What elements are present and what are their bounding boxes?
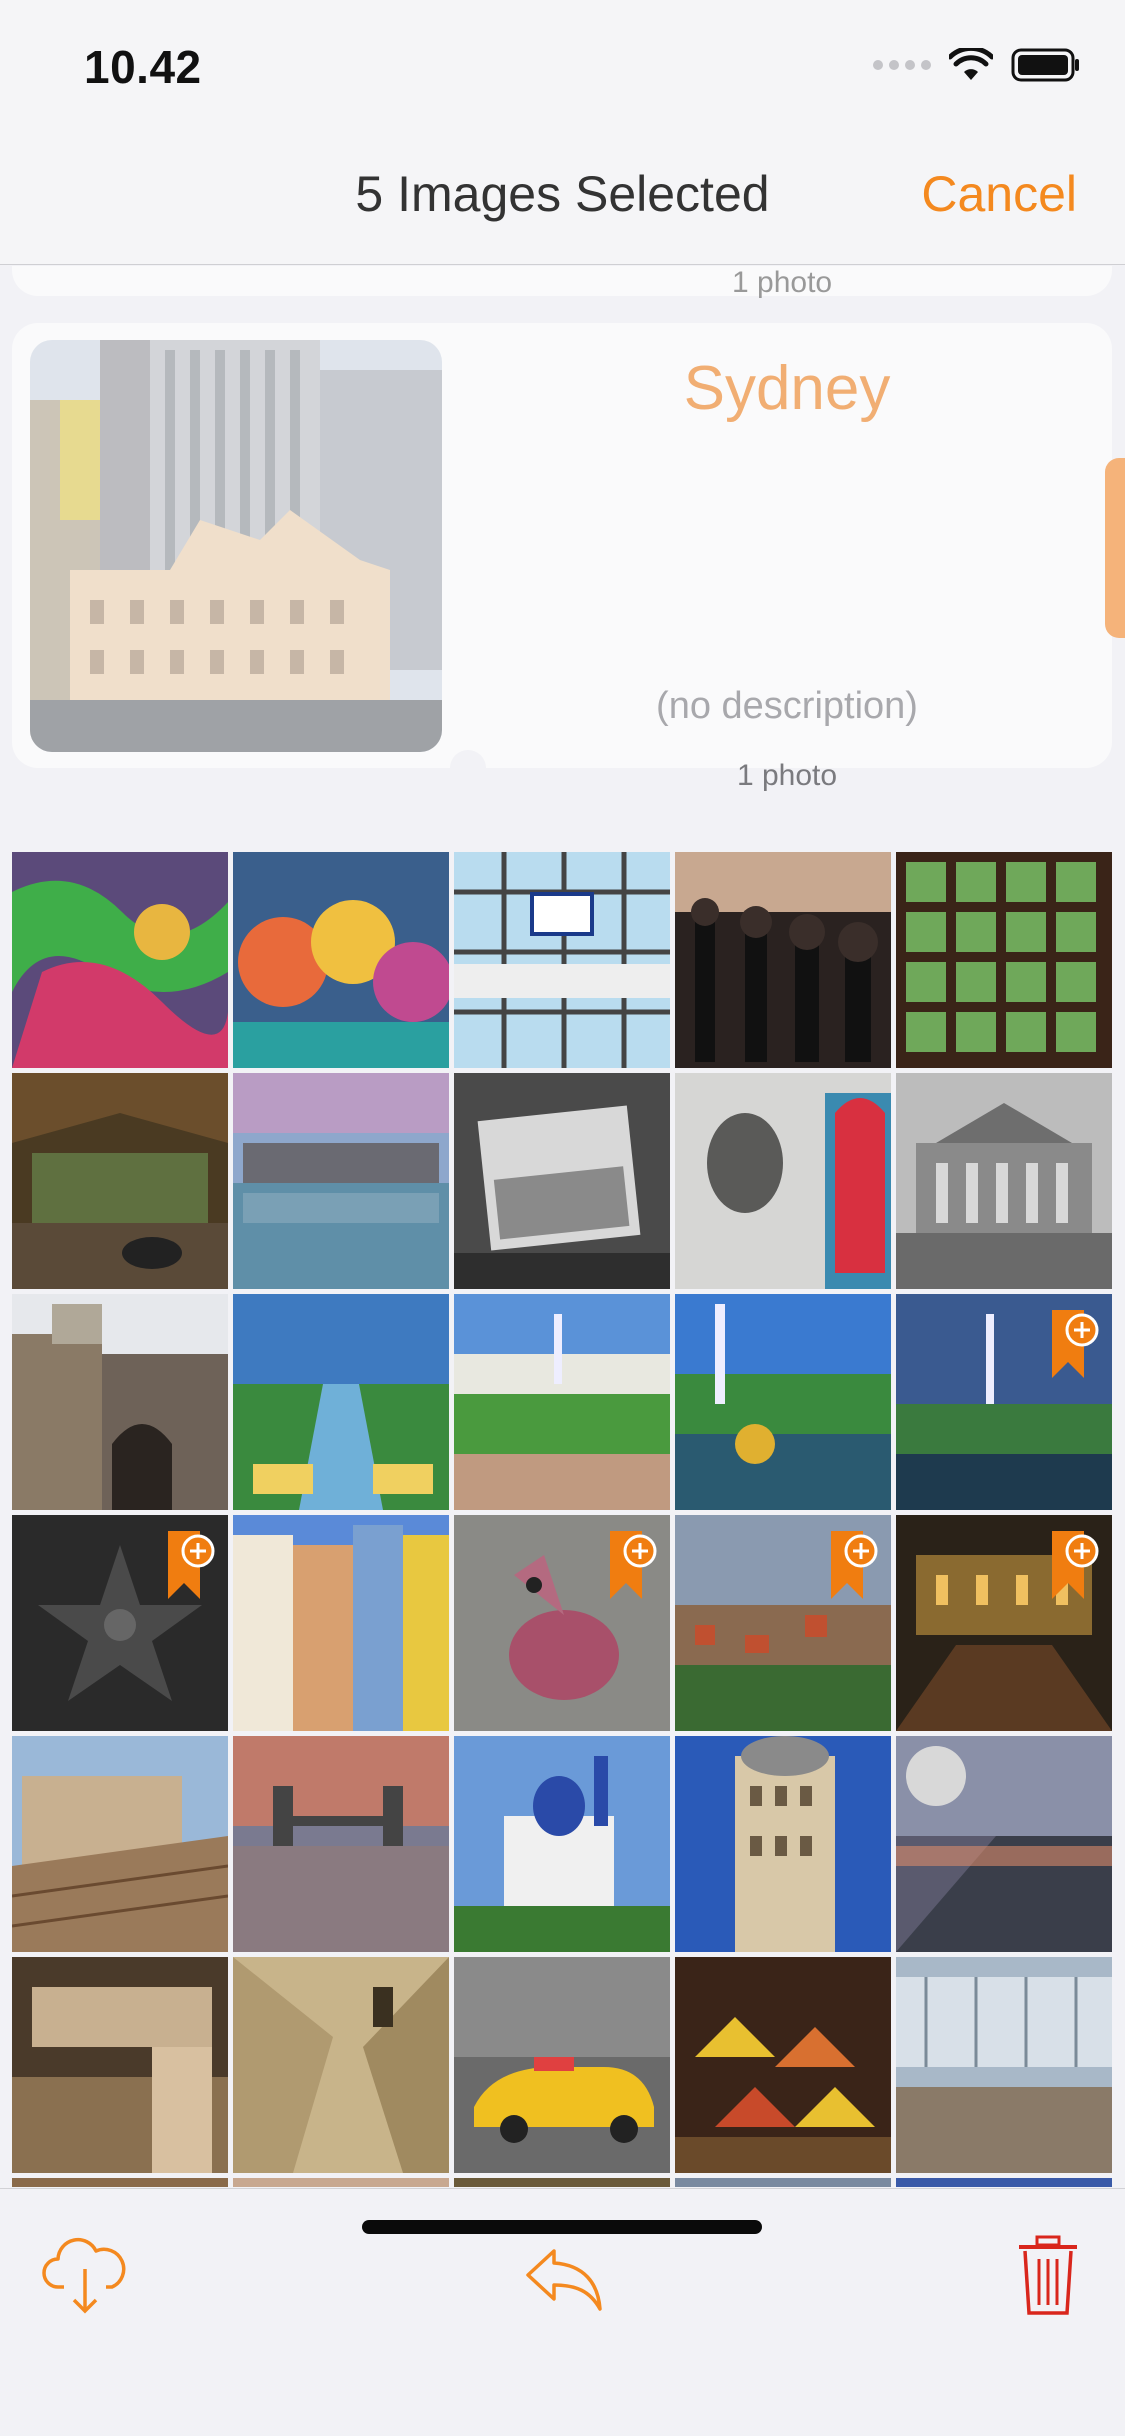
- scroll-handle[interactable]: [1105, 458, 1125, 638]
- photo-image: [12, 1957, 228, 2173]
- photo-thumbnail-parisian-corner-building[interactable]: [675, 1736, 891, 1952]
- photo-thumbnail-golden-fountain-pond[interactable]: [675, 1294, 891, 1510]
- selected-badge-icon: [1052, 1310, 1099, 1378]
- photo-thumbnail-lake-sunset-dam[interactable]: [233, 1073, 449, 1289]
- photo-image: [233, 852, 449, 1068]
- photo-thumbnail-graffiti-faces-wall[interactable]: [233, 852, 449, 1068]
- download-button[interactable]: [40, 2229, 130, 2319]
- photo-thumbnail-waterfront-promenade[interactable]: [896, 1736, 1112, 1952]
- album-card-previous[interactable]: 1 photo: [12, 266, 1112, 299]
- photo-thumbnail-bird-graffiti[interactable]: [454, 1515, 670, 1731]
- photo-thumbnail-palace-garden-fountain[interactable]: [454, 1294, 670, 1510]
- album-title: Sydney: [683, 354, 891, 423]
- photo-image: [12, 1294, 228, 1510]
- status-icons: [873, 48, 1081, 82]
- photo-image: [675, 1294, 891, 1510]
- photo-image: [12, 1736, 228, 1952]
- photo-thumbnail-stone-spiral-stairs[interactable]: [233, 1957, 449, 2173]
- photo-image: [675, 1736, 891, 1952]
- photo-thumbnail-fountain-park-evening[interactable]: [896, 1294, 1112, 1510]
- photo-thumbnail-street-art-mural[interactable]: [12, 852, 228, 1068]
- status-bar: 10.42: [0, 0, 1125, 135]
- photo-thumbnail-partial-row-1[interactable]: [12, 2178, 228, 2187]
- photo-image: [12, 2178, 228, 2187]
- album-photo-count: 1 photo: [736, 759, 838, 792]
- photo-thumbnail-bridge-reflection-dusk[interactable]: [233, 1736, 449, 1952]
- photo-image: [233, 1515, 449, 1731]
- navigation-bar: 5 Images Selected Cancel: [0, 135, 1125, 265]
- photo-thumbnail-yellow-taxi-motion[interactable]: [454, 1957, 670, 2173]
- photo-image: [454, 2178, 670, 2187]
- photo-thumbnail-blue-dome-church[interactable]: [454, 1736, 670, 1952]
- photo-thumbnail-iron-railing-finials[interactable]: [675, 852, 891, 1068]
- photo-image: [233, 1073, 449, 1289]
- photo-image: [675, 1957, 891, 2173]
- photo-thumbnail-neoclassical-building-bw[interactable]: [896, 1073, 1112, 1289]
- cancel-button[interactable]: Cancel: [921, 165, 1077, 223]
- selected-badge-icon: [831, 1531, 878, 1599]
- photo-thumbnail-sepia-interior-stairs[interactable]: [12, 1957, 228, 2173]
- photo-thumbnail-window-in-ruin[interactable]: [454, 1073, 670, 1289]
- photo-image: [454, 1736, 670, 1952]
- delete-button[interactable]: [1003, 2229, 1093, 2319]
- photo-thumbnail-glass-building-courtyard[interactable]: [896, 1957, 1112, 2173]
- photo-thumbnail-city-panorama-clouds[interactable]: [675, 1515, 891, 1731]
- selected-badge-icon: [168, 1531, 215, 1599]
- photo-grid[interactable]: [12, 852, 1114, 2187]
- photo-image: [454, 852, 670, 1068]
- card-notch: [450, 750, 486, 786]
- status-time: 10.42: [84, 41, 202, 93]
- photo-image: [454, 1073, 670, 1289]
- photo-image: [896, 1736, 1112, 1952]
- photo-image: [454, 1957, 670, 2173]
- album-thumbnail-sydney: [30, 340, 442, 752]
- home-indicator[interactable]: [362, 2220, 762, 2234]
- reply-share-icon: [526, 2249, 602, 2311]
- battery-icon: [1011, 48, 1079, 82]
- photo-image: [675, 1073, 891, 1289]
- album-list[interactable]: 1 photo Sydney (no description) 1 photo: [0, 266, 1125, 806]
- album-description: (no description): [656, 685, 918, 727]
- cloud-download-icon: [42, 2237, 126, 2314]
- photo-thumbnail-old-town-rooftops[interactable]: [12, 1736, 228, 1952]
- photo-image: [675, 2178, 891, 2187]
- wifi-icon: [949, 48, 993, 80]
- photo-image: [233, 1957, 449, 2173]
- photo-image: [12, 1073, 228, 1289]
- photo-thumbnail-night-plaza[interactable]: [896, 1515, 1112, 1731]
- share-button[interactable]: [518, 2229, 608, 2319]
- photo-image: [233, 1294, 449, 1510]
- photo-thumbnail-partial-row-2[interactable]: [233, 2178, 449, 2187]
- photo-thumbnail-partial-row-5[interactable]: [896, 2178, 1112, 2187]
- photo-image: [233, 2178, 449, 2187]
- photo-thumbnail-partial-row-4[interactable]: [675, 2178, 891, 2187]
- photo-image: [233, 1736, 449, 1952]
- photo-image: [896, 1957, 1112, 2173]
- photo-thumbnail-db-hauptbahnhof-sign[interactable]: [454, 852, 670, 1068]
- photo-image: [454, 1294, 670, 1510]
- photo-image: [675, 852, 891, 1068]
- photo-image: [12, 852, 228, 1068]
- photo-thumbnail-palace-canal-fountains[interactable]: [233, 1294, 449, 1510]
- photo-thumbnail-half-timbered-houses[interactable]: [233, 1515, 449, 1731]
- photo-thumbnail-partial-row-3[interactable]: [454, 2178, 670, 2187]
- cellular-signal-icon: [873, 60, 931, 70]
- photo-thumbnail-walk-of-fame-star[interactable]: [12, 1515, 228, 1731]
- photo-thumbnail-spice-market-stall[interactable]: [675, 1957, 891, 2173]
- photo-thumbnail-abandoned-room[interactable]: [12, 1073, 228, 1289]
- trash-icon: [1019, 2235, 1077, 2315]
- selected-badge-icon: [610, 1531, 657, 1599]
- photo-thumbnail-stone-tower-gate[interactable]: [12, 1294, 228, 1510]
- album-photo-count-previous: 1 photo: [732, 266, 833, 299]
- selected-badge-icon: [1052, 1531, 1099, 1599]
- photo-image: [896, 852, 1112, 1068]
- photo-image: [896, 2178, 1112, 2187]
- photo-thumbnail-pottery-shelves-window[interactable]: [896, 852, 1112, 1068]
- photo-thumbnail-portrait-drawing-red-door[interactable]: [675, 1073, 891, 1289]
- album-card-sydney[interactable]: Sydney (no description) 1 photo: [12, 323, 1112, 792]
- photo-image: [896, 1073, 1112, 1289]
